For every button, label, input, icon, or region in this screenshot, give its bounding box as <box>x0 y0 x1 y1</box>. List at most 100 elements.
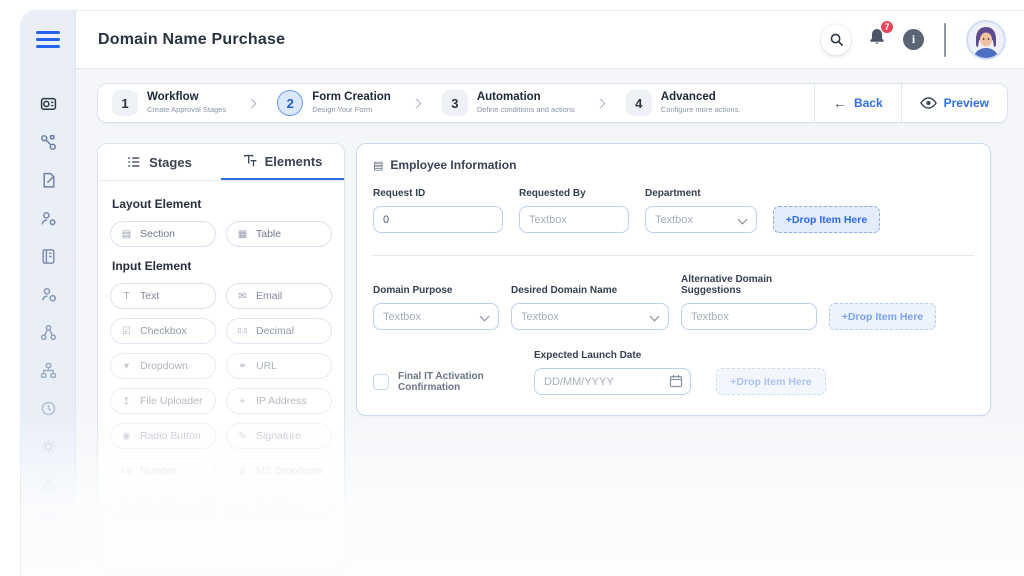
signature-icon: ✎ <box>236 431 249 442</box>
checkbox-list-icon: ☰ <box>120 501 133 512</box>
element-item-file-uploader[interactable]: ↥File Uploader <box>110 388 216 414</box>
domain-purpose-label: Domain Purpose <box>373 285 499 296</box>
table-icon: ▦ <box>236 229 249 240</box>
alt-domain-suggestions-label: Alternative Domain Suggestions <box>681 274 817 296</box>
radio-button-icon: ◉ <box>120 431 133 442</box>
top-header: Domain Name Purchase 7 i <box>76 11 1024 69</box>
request-id-input[interactable] <box>373 206 503 233</box>
element-item-email[interactable]: ✉Email <box>226 283 332 309</box>
back-button[interactable]: ← Back <box>814 84 901 122</box>
element-item-text-area[interactable]: ▭Text Area <box>226 493 332 519</box>
chevron-right-icon <box>595 98 605 108</box>
form-canvas: ▤ Employee Information Request ID Reques… <box>356 143 991 416</box>
desired-domain-name-select[interactable] <box>511 303 669 330</box>
expected-launch-date-label: Expected Launch Date <box>534 350 691 361</box>
back-arrow-icon: ← <box>833 96 847 110</box>
element-item-dropdown[interactable]: ▾Dropdown <box>110 353 216 379</box>
elements-panel: Stages Elements Layout Element ▤ Section <box>97 143 345 569</box>
chevron-right-icon <box>247 98 257 108</box>
section-icon: ▤ <box>373 159 383 172</box>
search-icon <box>829 32 844 47</box>
element-item-decimal[interactable]: 0.0Decimal <box>226 318 332 344</box>
step-automation[interactable]: 3 AutomationDefine conditions and action… <box>442 90 575 116</box>
extra-menu-icon[interactable] <box>40 514 57 531</box>
element-item-table[interactable]: ▦ Table <box>226 221 332 247</box>
url-link-icon: ⚭ <box>236 361 249 372</box>
element-item-text[interactable]: TText <box>110 283 216 309</box>
text-icon: T <box>120 291 133 302</box>
departments-icon[interactable] <box>40 476 57 493</box>
decimal-icon: 0.0 <box>236 328 249 335</box>
text-area-icon: ▭ <box>236 501 249 512</box>
input-element-heading: Input Element <box>112 259 330 273</box>
chevron-right-icon <box>411 98 421 108</box>
checkbox-icon: ☑ <box>120 326 133 337</box>
text-elements-icon <box>243 154 257 168</box>
ip-address-icon: ⌖ <box>236 396 249 407</box>
history-icon[interactable] <box>40 400 57 417</box>
email-icon: ✉ <box>236 291 249 302</box>
section-icon: ▤ <box>120 229 133 240</box>
alt-domain-suggestions-input[interactable] <box>681 303 817 330</box>
element-item-signature[interactable]: ✎Signature <box>226 423 332 449</box>
tab-elements[interactable]: Elements <box>221 144 344 180</box>
element-item-ms-dropdown[interactable]: ≣MS Dropdown <box>226 458 332 484</box>
dropdown-icon: ▾ <box>120 361 133 372</box>
department-select[interactable] <box>645 206 757 233</box>
requested-by-label: Requested By <box>519 188 629 199</box>
app-window: Domain Name Purchase 7 i <box>20 10 1024 576</box>
file-upload-icon: ↥ <box>120 396 133 407</box>
stages-list-icon <box>127 155 141 169</box>
element-item-faded[interactable] <box>226 528 332 554</box>
search-button[interactable] <box>821 25 851 55</box>
final-it-confirmation-label: Final IT Activation Confirmation <box>398 371 520 393</box>
number-icon: № <box>120 466 133 477</box>
element-item-radio-button[interactable]: ◉Radio Button <box>110 423 216 449</box>
element-item-section[interactable]: ▤ Section <box>110 221 216 247</box>
user-avatar[interactable] <box>966 20 1006 60</box>
expected-launch-date-input[interactable] <box>534 368 691 395</box>
step-form-creation[interactable]: 2 Form CreationDesign Your Form <box>277 90 391 116</box>
user-roles-icon[interactable] <box>40 286 57 303</box>
notification-badge: 7 <box>880 20 894 34</box>
content-area: 1 WorkflowCreate Approval Stages 2 Form … <box>76 69 1024 576</box>
requested-by-input[interactable] <box>519 206 629 233</box>
drop-zone-2[interactable]: +Drop Item Here <box>829 303 936 330</box>
info-button[interactable]: i <box>903 29 924 50</box>
dashboard-monitor-icon[interactable] <box>40 96 57 113</box>
final-it-confirmation-checkbox[interactable] <box>373 374 389 390</box>
preview-button[interactable]: Preview <box>901 84 1007 122</box>
element-item-faded[interactable] <box>110 528 216 554</box>
drop-zone-3[interactable]: +Drop Item Here <box>716 368 826 395</box>
element-item-checkbox[interactable]: ☑Checkbox <box>110 318 216 344</box>
hierarchy-icon[interactable] <box>40 324 57 341</box>
document-edit-icon[interactable] <box>40 172 57 189</box>
tab-stages[interactable]: Stages <box>98 144 221 180</box>
header-divider <box>944 23 946 57</box>
notebook-icon[interactable] <box>40 248 57 265</box>
page-title: Domain Name Purchase <box>98 31 285 49</box>
user-settings-icon[interactable] <box>40 210 57 227</box>
left-icon-rail <box>21 11 76 576</box>
notifications-button[interactable]: 7 <box>867 27 887 52</box>
form-section-title: Employee Information <box>390 158 516 172</box>
element-item-number[interactable]: №Number <box>110 458 216 484</box>
eye-icon <box>920 97 937 109</box>
step-workflow[interactable]: 1 WorkflowCreate Approval Stages <box>112 90 226 116</box>
workflow-icon[interactable] <box>40 134 57 151</box>
element-item-ip-address[interactable]: ⌖IP Address <box>226 388 332 414</box>
element-item-checkbox-list[interactable]: ☰Checkbox List <box>110 493 216 519</box>
drop-zone-1[interactable]: +Drop Item Here <box>773 206 880 233</box>
stepper-bar: 1 WorkflowCreate Approval Stages 2 Form … <box>97 83 1008 123</box>
org-chart-icon[interactable] <box>40 362 57 379</box>
form-divider <box>371 255 974 256</box>
settings-gear-icon[interactable] <box>40 438 57 455</box>
step-advanced[interactable]: 4 AdvancedConfigure more actions. <box>626 90 741 116</box>
hamburger-menu-icon[interactable] <box>36 31 60 52</box>
multi-select-dropdown-icon: ≣ <box>236 466 249 477</box>
department-label: Department <box>645 188 757 199</box>
domain-purpose-select[interactable] <box>373 303 499 330</box>
element-item-url[interactable]: ⚭URL <box>226 353 332 379</box>
panel-tabs: Stages Elements <box>98 144 344 181</box>
layout-element-heading: Layout Element <box>112 197 330 211</box>
